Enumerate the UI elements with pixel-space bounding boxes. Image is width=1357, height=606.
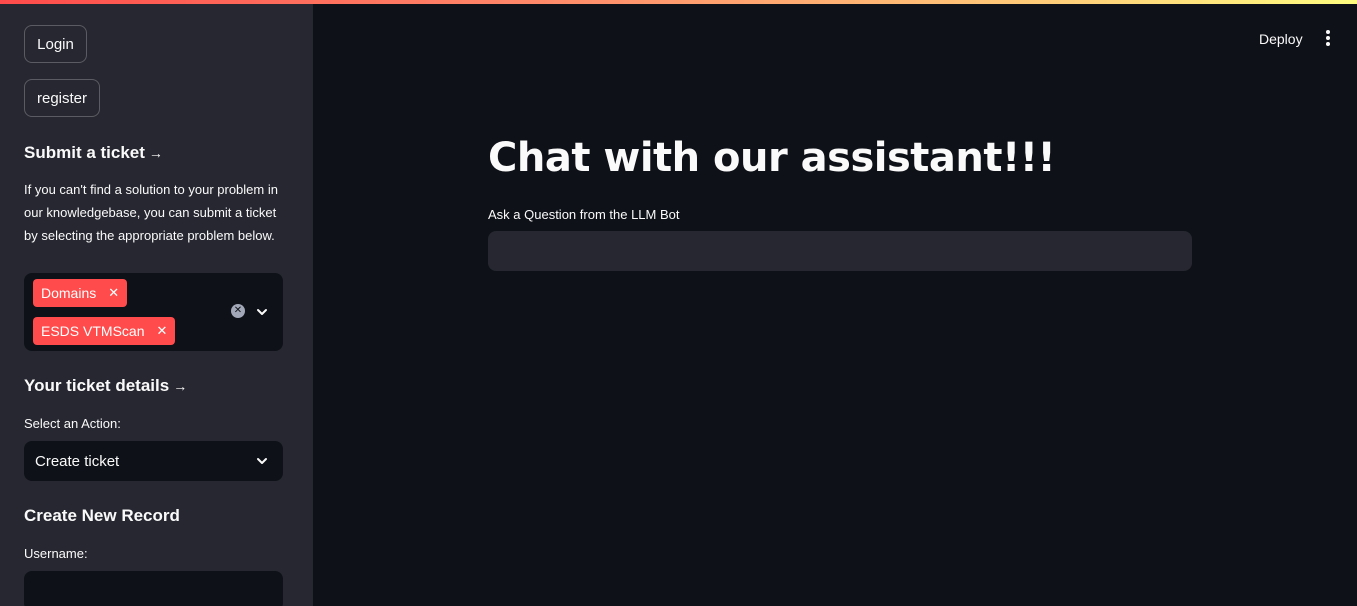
tag-esds-vtmscan: ESDS VTMScan ✕ — [33, 317, 176, 345]
top-decoration-bar — [0, 0, 1357, 4]
tag-domains: Domains ✕ — [33, 279, 128, 307]
remove-tag-icon[interactable]: ✕ — [156, 323, 167, 339]
submit-ticket-heading-text: Submit a ticket — [24, 143, 145, 162]
question-input[interactable] — [488, 231, 1192, 271]
problem-multiselect[interactable]: Domains ✕ ESDS VTMScan ✕ ✕ — [24, 273, 283, 351]
chevron-down-icon[interactable] — [255, 305, 269, 319]
clear-all-icon[interactable]: ✕ — [231, 304, 245, 318]
username-input[interactable] — [24, 571, 283, 606]
chevron-down-icon[interactable] — [255, 454, 269, 468]
arrow-right-icon: → — [173, 378, 188, 394]
submit-ticket-description: If you can't find a solution to your pro… — [24, 182, 278, 243]
action-select[interactable]: Create ticket — [24, 441, 283, 481]
submit-ticket-heading: Submit a ticket → — [24, 143, 163, 163]
sidebar: Login register Submit a ticket → If you … — [0, 0, 313, 606]
deploy-button[interactable]: Deploy — [1252, 27, 1310, 51]
action-select-label: Select an Action: — [24, 416, 121, 431]
ticket-details-heading-text: Your ticket details — [24, 376, 170, 395]
login-button[interactable]: Login — [24, 25, 87, 63]
action-select-value: Create ticket — [35, 452, 120, 470]
kebab-menu-icon[interactable] — [1320, 28, 1336, 48]
ticket-details-heading: Your ticket details → — [24, 376, 187, 396]
register-button[interactable]: register — [24, 79, 100, 117]
username-label: Username: — [24, 546, 88, 561]
tag-label: Domains — [41, 285, 97, 301]
question-label: Ask a Question from the LLM Bot — [488, 207, 680, 222]
page-title: Chat with our assistant!!! — [488, 135, 1056, 181]
arrow-right-icon: → — [148, 145, 163, 161]
create-record-heading-text: Create New Record — [24, 506, 180, 525]
remove-tag-icon[interactable]: ✕ — [108, 285, 119, 301]
create-record-heading: Create New Record — [24, 506, 180, 526]
tag-label: ESDS VTMScan — [41, 323, 145, 339]
